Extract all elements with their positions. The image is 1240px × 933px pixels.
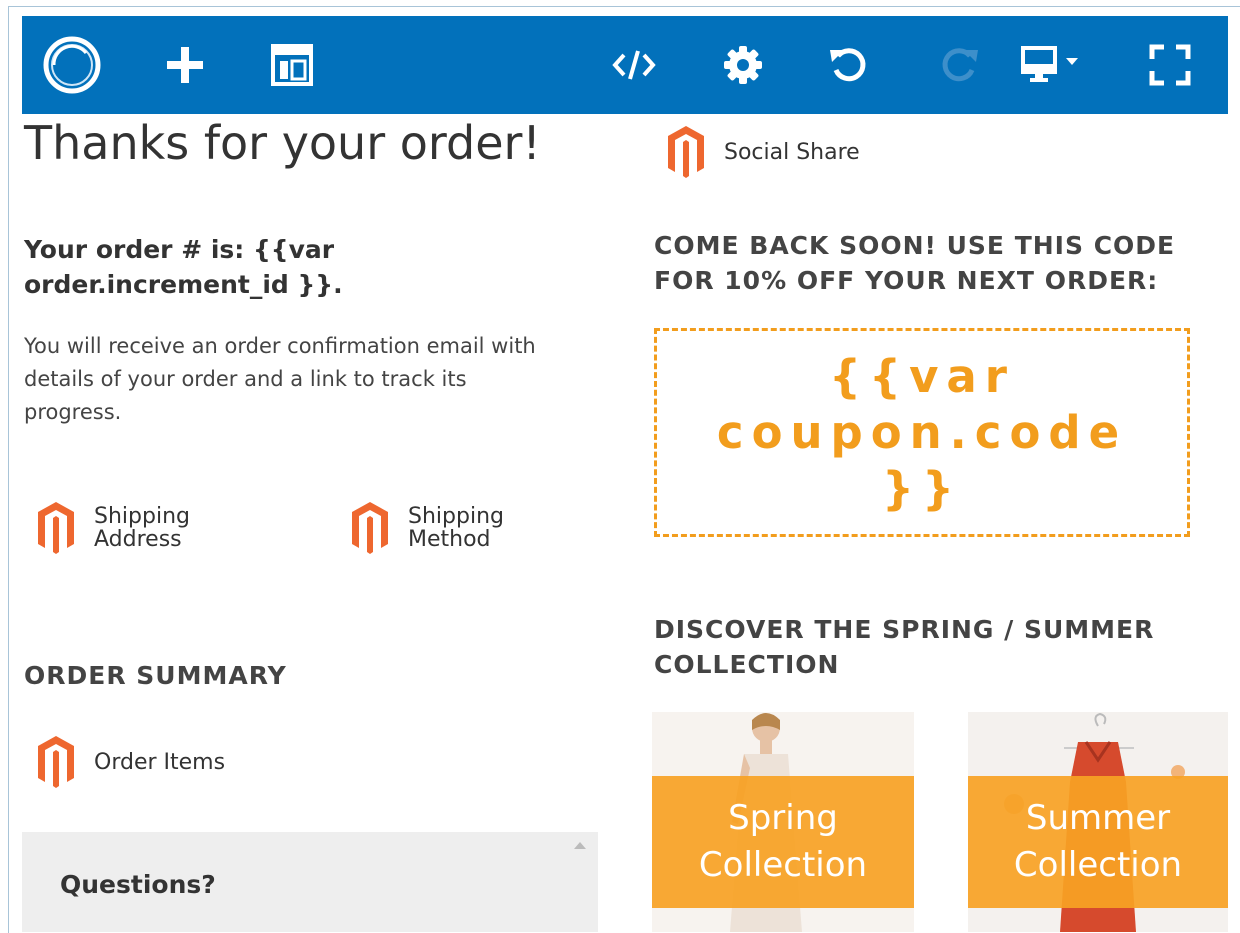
shipping-method-label: Shipping Method — [408, 504, 504, 552]
order-summary-heading: ORDER SUMMARY — [24, 661, 287, 690]
redo-icon — [936, 16, 982, 114]
shipping-method-widget[interactable]: Shipping Method — [350, 500, 528, 556]
shipping-address-widget[interactable]: Shipping Address — [36, 500, 214, 556]
device-preview-icon[interactable] — [1018, 16, 1084, 114]
social-share-widget[interactable]: Social Share — [666, 124, 860, 180]
questions-block: Questions? — [22, 832, 598, 932]
coupon-code: {{var coupon.code }} — [716, 349, 1128, 515]
undo-icon[interactable] — [826, 16, 872, 114]
editor-toolbar — [22, 16, 1228, 114]
code-icon[interactable] — [610, 16, 658, 114]
magento-logo-icon — [38, 736, 74, 788]
fullscreen-icon[interactable] — [1146, 16, 1194, 114]
page-title: Thanks for your order! — [24, 116, 541, 170]
magento-logo-icon — [352, 502, 388, 554]
logo-ring-icon[interactable] — [40, 16, 104, 114]
summer-collection-label: Summer Collection — [1013, 798, 1183, 885]
settings-icon[interactable] — [720, 16, 766, 114]
questions-heading: Questions? — [60, 870, 216, 899]
order-items-widget[interactable]: Order Items — [36, 734, 225, 790]
collection-heading: DISCOVER THE SPRING / SUMMER COLLECTION — [654, 615, 1155, 679]
layout-icon[interactable] — [268, 16, 316, 114]
add-icon[interactable] — [162, 16, 208, 114]
spring-collection-banner[interactable]: Spring Collection — [652, 712, 914, 932]
shipping-address-label: Shipping Address — [94, 504, 190, 552]
order-number-text: Your order # is: {{var order.increment_i… — [24, 235, 343, 299]
coupon-heading: COME BACK SOON! USE THIS CODE FOR 10% OF… — [654, 231, 1176, 295]
magento-logo-icon — [668, 126, 704, 178]
spring-collection-label: Spring Collection — [698, 798, 868, 885]
order-items-label: Order Items — [94, 749, 226, 775]
social-share-label: Social Share — [724, 139, 860, 165]
scroll-up-icon[interactable] — [574, 842, 586, 849]
confirmation-text: You will receive an order confirmation e… — [24, 334, 536, 424]
magento-logo-icon — [38, 502, 74, 554]
coupon-code-box[interactable]: {{var coupon.code }} — [654, 328, 1190, 537]
summer-collection-banner[interactable]: Summer Collection — [968, 712, 1228, 932]
